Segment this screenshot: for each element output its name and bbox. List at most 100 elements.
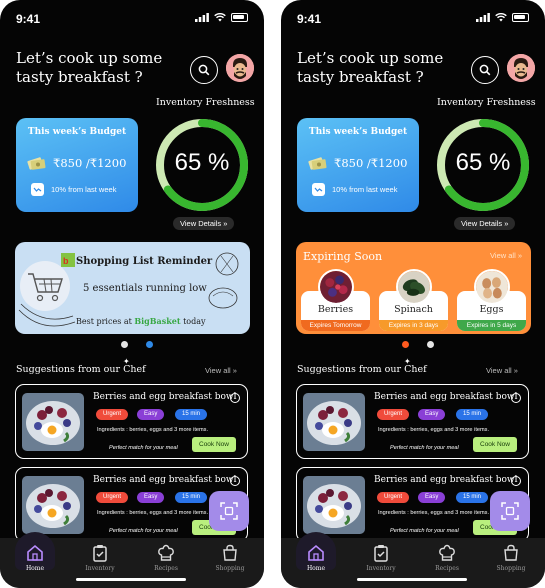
budget-card[interactable]: This week’s Budget ₹850 /₹1200 10% from … (16, 118, 138, 212)
battery-icon (231, 13, 248, 22)
info-icon[interactable]: i (230, 476, 240, 486)
budget-card[interactable]: This week’s Budget ₹850 /₹1200 10% from … (297, 118, 419, 212)
signal-icon (476, 13, 490, 22)
status-time: 9:41 (297, 12, 322, 26)
scan-button[interactable] (490, 491, 530, 531)
clipboard-icon (374, 545, 388, 562)
nav-shopping[interactable]: Shopping (210, 544, 250, 572)
freshness-percent: 65 % (455, 149, 511, 176)
home-icon (27, 544, 43, 561)
home-icon (308, 544, 324, 561)
item-name: Eggs (479, 304, 504, 315)
greeting-heading: Let’s cook up some tasty breakfast ? (16, 49, 163, 86)
expiring-title: Expiring Soon (303, 250, 383, 263)
recipe-image (303, 393, 365, 451)
scan-button[interactable] (209, 491, 249, 531)
scan-icon (220, 502, 238, 520)
expiry-badge: Expires Tomorrow (301, 320, 370, 331)
spinach-image (396, 269, 432, 305)
sparkle-icon: ✦ (404, 357, 411, 366)
shopping-reminder-card[interactable]: b Shopping List Reminder 5 essentials ru… (15, 242, 250, 334)
inventory-freshness-label: Inventory Freshness (437, 97, 536, 108)
carousel-dot-2[interactable] (146, 341, 153, 348)
nav-label: Home (306, 565, 326, 572)
berries-image (318, 269, 354, 305)
nav-label: Recipes (435, 565, 459, 572)
nav-inventory[interactable]: Inventory (361, 544, 401, 572)
reminder-footer-suffix: today (183, 317, 206, 326)
reminder-footer-prefix: Best prices at (76, 317, 132, 326)
nav-inventory[interactable]: Inventory (80, 544, 120, 572)
recipe-note: Perfect match for your meal (109, 528, 178, 534)
tag-difficulty: Easy (137, 492, 165, 503)
info-icon[interactable]: i (230, 393, 240, 403)
item-name: Berries (317, 304, 354, 315)
view-details-button[interactable]: View Details » (173, 217, 235, 230)
reminder-subtitle: 5 essentials running low (83, 283, 207, 294)
view-details-button[interactable]: View Details » (454, 217, 516, 230)
freshness-gauge[interactable]: 65 % (436, 118, 530, 212)
sparkle-icon: ✦ (123, 357, 130, 366)
recipe-note: Perfect match for your meal (109, 445, 178, 451)
avatar[interactable] (226, 54, 254, 82)
home-indicator-bar (76, 578, 186, 581)
nav-recipes[interactable]: Recipes (427, 544, 467, 572)
carousel-dot-1[interactable] (121, 341, 128, 348)
nav-label: Shopping (215, 565, 245, 572)
freshness-gauge[interactable]: 65 % (155, 118, 249, 212)
nav-label: Recipes (154, 565, 178, 572)
money-icon (308, 157, 327, 170)
vegetable-sketch-icon (208, 252, 239, 309)
recipe-title: Berries and egg breakfast bowl (93, 392, 237, 402)
cook-now-button[interactable]: Cook Now (192, 437, 236, 452)
greeting-heading: Let’s cook up some tasty breakfast ? (297, 49, 444, 86)
svg-text:b: b (63, 256, 69, 266)
recipe-note: Perfect match for your meal (390, 528, 459, 534)
banana-sketch-icon (18, 303, 76, 327)
bigbasket-logo: b (61, 253, 75, 267)
nav-label: Shopping (496, 565, 526, 572)
trend-icon (31, 183, 44, 196)
view-all-link[interactable]: View all » (205, 366, 237, 375)
budget-amount: ₹850 /₹1200 (334, 156, 408, 170)
budget-title: This week’s Budget (27, 127, 127, 137)
phone-screen-expiring: 9:41 Let’s cook up some tasty breakfast … (281, 0, 545, 588)
recipe-note: Perfect match for your meal (390, 445, 459, 451)
tag-time: 15 min (456, 409, 489, 420)
tag-difficulty: Easy (137, 409, 165, 420)
chef-avatar-icon (507, 54, 535, 82)
search-button[interactable] (190, 56, 218, 84)
recipe-title: Berries and egg breakfast bowl (374, 475, 518, 485)
eggs-image (474, 269, 510, 305)
tag-time: 15 min (175, 492, 208, 503)
budget-change: 10% from last week (332, 185, 398, 194)
cook-now-button[interactable]: Cook Now (473, 437, 517, 452)
scan-icon (501, 502, 519, 520)
nav-recipes[interactable]: Recipes (146, 544, 186, 572)
carousel-dot-2[interactable] (427, 341, 434, 348)
avatar[interactable] (507, 54, 535, 82)
tag-urgent: Urgent (377, 492, 410, 503)
trend-icon (312, 183, 325, 196)
bigbasket-link[interactable]: BigBasket (134, 316, 180, 326)
view-all-link[interactable]: View all » (486, 366, 518, 375)
search-button[interactable] (471, 56, 499, 84)
tag-time: 15 min (175, 409, 208, 420)
shopping-bag-icon (504, 544, 518, 561)
carousel-dot-1[interactable] (402, 341, 409, 348)
recipe-card[interactable]: Berries and egg breakfast bowl i Urgent … (296, 384, 529, 459)
recipe-card[interactable]: Berries and egg breakfast bowl i Urgent … (15, 384, 248, 459)
recipe-title: Berries and egg breakfast bowl (93, 475, 237, 485)
tag-time: 15 min (456, 492, 489, 503)
nav-home[interactable]: Home (296, 544, 336, 572)
info-icon[interactable]: i (511, 476, 521, 486)
phone-screen-reminder: 9:41 Let’s cook up some tasty breakfast … (0, 0, 264, 588)
tag-urgent: Urgent (96, 492, 129, 503)
nav-home[interactable]: Home (15, 544, 55, 572)
budget-amount: ₹850 /₹1200 (53, 156, 127, 170)
expiring-view-all[interactable]: View all » (490, 251, 522, 260)
nav-shopping[interactable]: Shopping (491, 544, 531, 572)
money-icon (27, 157, 46, 170)
info-icon[interactable]: i (511, 393, 521, 403)
freshness-percent: 65 % (174, 149, 230, 176)
